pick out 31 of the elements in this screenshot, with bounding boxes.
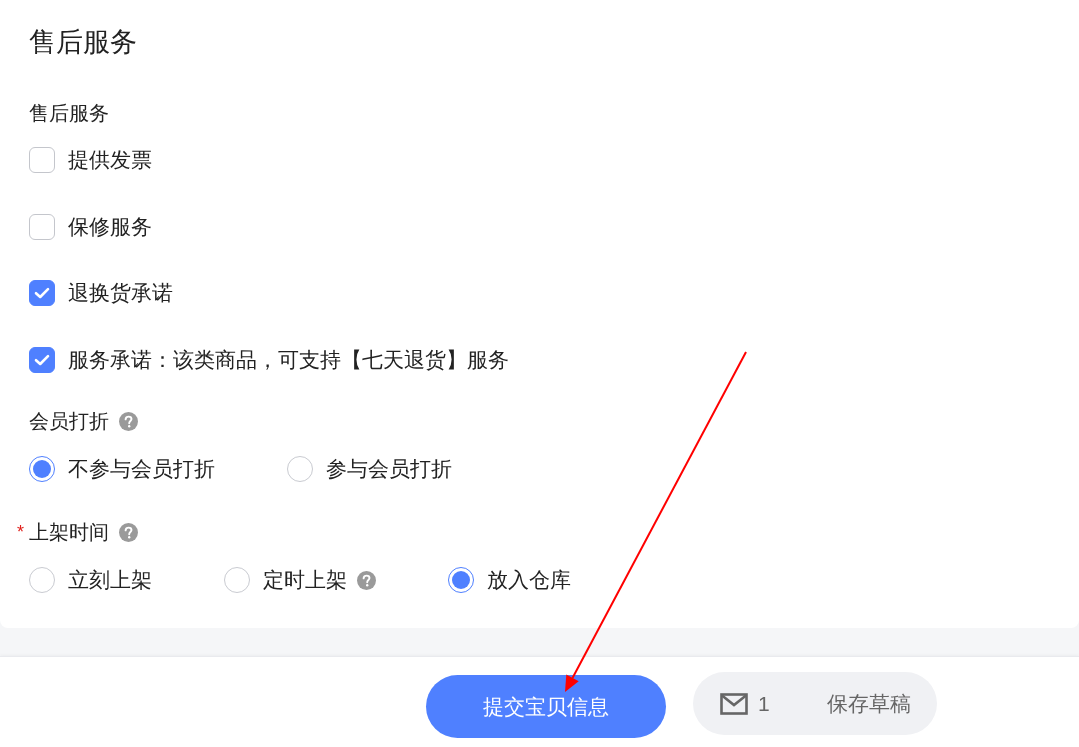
checkbox-label: 提供发票 xyxy=(68,147,152,173)
help-icon[interactable] xyxy=(119,411,138,431)
radio-label: 立刻上架 xyxy=(68,567,152,593)
mail-icon xyxy=(720,692,748,715)
radio-button[interactable] xyxy=(29,567,55,593)
checkbox[interactable] xyxy=(29,346,55,373)
save-draft-button[interactable]: 1 保存草稿 xyxy=(693,672,937,735)
required-mark: * xyxy=(17,521,24,544)
radio-button[interactable] xyxy=(448,567,474,593)
checkbox-label: 保修服务 xyxy=(68,213,152,240)
submit-button[interactable]: 提交宝贝信息 xyxy=(426,675,666,738)
checkbox[interactable] xyxy=(29,213,55,240)
radio-button[interactable] xyxy=(29,456,55,482)
checkbox-label: 服务承诺：该类商品，可支持【七天退货】服务 xyxy=(68,346,509,373)
checkmark-icon xyxy=(34,287,50,299)
section-title: 售后服务 xyxy=(29,26,137,59)
radio-label: 不参与会员打折 xyxy=(68,456,215,482)
radio-label: 参与会员打折 xyxy=(326,456,452,482)
field-label: 售后服务 xyxy=(29,101,109,126)
radio-button[interactable] xyxy=(224,567,250,593)
help-icon[interactable] xyxy=(357,570,376,590)
field-label: 上架时间 xyxy=(29,520,109,545)
checkbox[interactable] xyxy=(29,147,55,173)
checkbox[interactable] xyxy=(29,280,55,306)
field-label: 会员打折 xyxy=(29,409,109,434)
radio-label: 定时上架 xyxy=(263,567,347,593)
radio-label: 放入仓库 xyxy=(487,567,571,593)
help-icon[interactable] xyxy=(119,522,138,542)
radio-button[interactable] xyxy=(287,456,313,482)
checkbox-label: 退换货承诺 xyxy=(68,280,173,306)
checkmark-icon xyxy=(34,353,50,366)
